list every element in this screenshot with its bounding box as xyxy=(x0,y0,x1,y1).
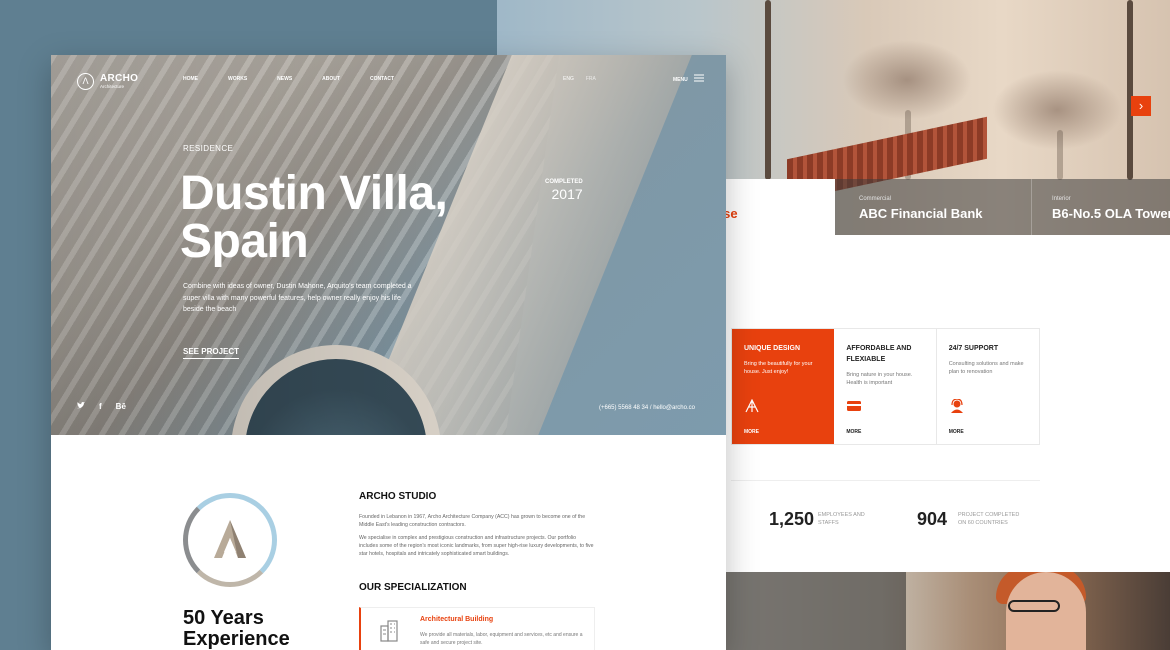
menu-button[interactable]: MENU xyxy=(673,74,704,85)
project-title: B6-No.5 OLA Tower xyxy=(1052,206,1170,221)
drafting-tools-icon xyxy=(744,398,760,413)
project-title: ABC Financial Bank xyxy=(859,206,983,221)
project-type: RESIDENCE xyxy=(183,144,234,153)
brand-logo[interactable]: Λ ARCHO Architecture xyxy=(77,73,138,90)
studio-paragraph-2: We specialise in complex and prestigious… xyxy=(359,535,594,557)
nav-news[interactable]: NEWS xyxy=(277,76,292,82)
menu-label: MENU xyxy=(673,76,688,83)
chevron-right-icon[interactable]: › xyxy=(1131,96,1151,116)
social-links: f Bē xyxy=(77,402,140,411)
twitter-icon[interactable] xyxy=(77,402,85,411)
contact-info: (+665) 5568 48 34 / hello@archo.co xyxy=(599,405,695,411)
feature-title: 24/7 SUPPORT xyxy=(948,345,999,352)
building-icon xyxy=(380,620,398,642)
completed-label: COMPLETED xyxy=(545,179,583,185)
palm-shadow-trunk xyxy=(1057,130,1063,180)
project-category: Commercial xyxy=(859,196,892,202)
hero-title: Dustin Villa, Spain xyxy=(180,167,448,268)
years-experience: 50 Years Experience xyxy=(183,607,290,650)
project-category: Interior xyxy=(1052,196,1071,202)
stat-projects-value: 904 xyxy=(917,509,948,529)
photo-shade xyxy=(726,572,906,650)
feature-desc: Consulting solutions and make plan to re… xyxy=(948,361,1024,375)
nav-about[interactable]: ABOUT xyxy=(322,76,340,82)
years-emblem xyxy=(183,493,277,587)
hamburger-icon xyxy=(693,74,704,85)
feature-card-support[interactable]: 24/7 SUPPORT Consulting solutions and ma… xyxy=(937,329,1039,444)
behance-icon[interactable]: Bē xyxy=(116,402,126,411)
feature-card-unique-design[interactable]: UNIQUE DESIGN Bring the beautifully for … xyxy=(732,329,835,444)
brand-name: ARCHO xyxy=(100,73,139,84)
more-link[interactable]: MORE xyxy=(744,429,759,435)
feature-desc: Bring nature in your house. Health is im… xyxy=(846,372,913,386)
hero-description: Combine with ideas of owner, Dustin Maho… xyxy=(183,283,412,313)
project-card-tower[interactable]: Interior B6-No.5 OLA Tower xyxy=(1031,179,1170,235)
nav-contact[interactable]: CONTACT xyxy=(370,76,394,82)
feature-title: UNIQUE DESIGN xyxy=(744,345,801,352)
hero-title-line2: Spain xyxy=(180,215,309,268)
feature-cards: UNIQUE DESIGN Bring the beautifully for … xyxy=(731,328,1040,445)
studio-paragraph-1: Founded in Lebanon in 1967, Archo Archit… xyxy=(359,514,586,528)
front-page: Λ ARCHO Architecture HOME WORKS NEWS ABO… xyxy=(51,55,726,650)
see-project-link[interactable]: SEE PROJECT xyxy=(183,347,240,359)
facebook-icon[interactable]: f xyxy=(99,402,102,411)
stat-projects-label: PROJECT COMPLETED ON 60 COUNTRIES xyxy=(958,512,1020,526)
stat-employees-label: EMPLOYEES AND STAFFS xyxy=(818,512,865,526)
archo-logo-icon xyxy=(214,520,246,558)
specialization-card[interactable]: Architectural Building We provide all ma… xyxy=(359,607,595,650)
hero-section: Λ ARCHO Architecture HOME WORKS NEWS ABO… xyxy=(51,55,726,435)
nav-works[interactable]: WORKS xyxy=(228,76,247,82)
specialization-title: Architectural Building xyxy=(420,616,494,623)
palm-tree xyxy=(765,0,771,180)
palm-shadow xyxy=(842,40,972,120)
project-card-bank[interactable]: Commercial ABC Financial Bank xyxy=(835,179,1031,235)
support-agent-icon xyxy=(949,398,965,413)
stat-employees-value: 1,250 xyxy=(769,509,815,529)
brand-sub: Architecture xyxy=(100,84,125,89)
feature-desc: Bring the beautifully for your house. Ju… xyxy=(744,361,813,375)
hero-title-line1: Dustin Villa, xyxy=(180,167,448,220)
photo-glasses xyxy=(1008,600,1060,612)
lang-fra[interactable]: FRA xyxy=(586,76,596,82)
completed-year: 2017 xyxy=(551,186,583,202)
more-link[interactable]: MORE xyxy=(846,429,861,435)
divider xyxy=(731,480,1040,481)
nav-home[interactable]: HOME xyxy=(183,76,198,82)
credit-card-icon xyxy=(846,399,862,413)
specialization-desc: We provide all materials, labor, equipme… xyxy=(420,632,583,646)
palm-tree xyxy=(1127,0,1133,180)
studio-heading: ARCHO STUDIO xyxy=(359,491,437,502)
logo-icon: Λ xyxy=(77,73,94,90)
main-nav: HOME WORKS NEWS ABOUT CONTACT xyxy=(183,76,424,82)
feature-card-affordable[interactable]: AFFORDABLE AND FLEXIABLE Bring nature in… xyxy=(834,329,937,444)
language-switcher: ENG FRA xyxy=(563,76,608,82)
specialization-heading: OUR SPECIALIZATION xyxy=(359,582,467,593)
feature-title: AFFORDABLE AND FLEXIABLE xyxy=(846,345,912,363)
lang-eng[interactable]: ENG xyxy=(563,76,574,82)
completed-info: COMPLETED 2017 xyxy=(545,179,583,202)
team-photo xyxy=(726,572,1170,650)
more-link[interactable]: MORE xyxy=(949,429,964,435)
